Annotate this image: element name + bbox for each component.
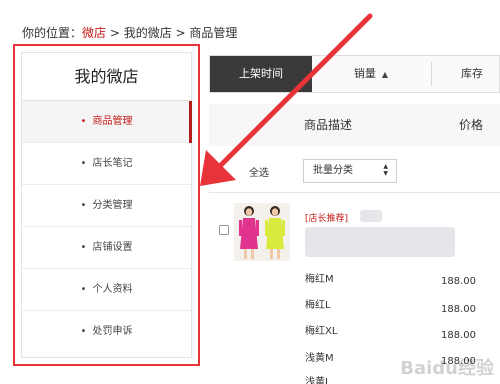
sku-name: 浅黄L [305, 377, 331, 384]
breadcrumb-sep: > [171, 26, 190, 40]
sidebar-item-manager-notes[interactable]: • 店长笔记 [22, 143, 191, 185]
sidebar-item-category-management[interactable]: • 分类管理 [22, 185, 191, 227]
sidebar-item-label: 处罚申诉 [92, 326, 133, 337]
select-all-label[interactable]: 全选 [249, 164, 269, 179]
sidebar-item-shop-settings[interactable]: • 店铺设置 [22, 227, 191, 269]
breadcrumb: 你的位置：微店 > 我的微店 > 商品管理 [22, 24, 237, 41]
tab-sales[interactable]: 销量 ▲ [312, 56, 430, 92]
sidebar-item-product-management[interactable]: • 商品管理 [22, 101, 192, 143]
tab-label: 库存 [461, 67, 483, 80]
sidebar-item-label: 个人资料 [92, 284, 133, 295]
column-price: 价格 [459, 118, 484, 132]
bullet-icon: • [80, 158, 87, 169]
product-photo-icon [234, 203, 290, 261]
product-checkbox[interactable] [219, 225, 229, 235]
sku-price: 188.00 [441, 330, 476, 341]
sidebar-highlight: 我的微店 • 商品管理 • 店长笔记 • 分类管理 • 店铺设置 • 个人资料 • 处罚申诉 [13, 44, 200, 366]
sku-name: 梅红L [305, 300, 331, 311]
batch-action-row: 全选 批量分类 ▲ ▼ [209, 150, 500, 192]
bullet-icon: • [80, 200, 87, 211]
sku-name: 梅红M [305, 274, 334, 285]
sidebar-item-label: 分类管理 [92, 200, 133, 211]
sort-tab-bar: 上架时间 销量 ▲ 库存 [209, 55, 500, 93]
breadcrumb-current: 商品管理 [189, 26, 238, 40]
sidebar-item-label: 店铺设置 [92, 242, 133, 253]
sort-up-icon: ▲ [381, 70, 389, 79]
tab-label: 上架时间 [239, 67, 283, 80]
sidebar-item-label: 商品管理 [92, 116, 133, 127]
sku-price: 188.00 [441, 276, 476, 287]
product-tag: [店长推荐] [305, 214, 349, 224]
breadcrumb-sep: > [106, 26, 124, 40]
bullet-icon: • [80, 284, 87, 295]
breadcrumb-prefix: 你的位置： [22, 26, 83, 40]
sku-name: 浅黄M [305, 353, 334, 364]
page: 你的位置：微店 > 我的微店 > 商品管理 我的微店 • 商品管理 • 店长笔记 •… [0, 0, 500, 384]
breadcrumb-link-my-shop[interactable]: 我的微店 [124, 26, 172, 40]
breadcrumb-link-weidian[interactable]: 微店 [82, 26, 106, 40]
sku-price: 188.00 [441, 304, 476, 315]
sku-name: 梅红XL [305, 326, 338, 337]
tab-stock[interactable]: 库存 [432, 56, 500, 92]
batch-category-value: 批量分类 [313, 165, 353, 176]
sidebar: 我的微店 • 商品管理 • 店长笔记 • 分类管理 • 店铺设置 • 个人资料 • 处罚申诉 [21, 52, 192, 358]
tab-label: 销量 [353, 67, 376, 80]
product-thumbnail[interactable] [234, 203, 290, 261]
sidebar-title: 我的微店 [22, 53, 191, 101]
sidebar-item-penalty-appeal[interactable]: • 处罚申诉 [22, 311, 191, 353]
column-header: 商品描述 价格 [209, 104, 500, 146]
bullet-icon: • [80, 242, 87, 253]
sidebar-item-label: 店长笔记 [92, 158, 133, 169]
watermark: Baidu经验 [400, 358, 494, 379]
select-arrows-icon: ▲ ▼ [383, 163, 388, 177]
batch-category-select[interactable]: 批量分类 ▲ ▼ [303, 159, 397, 183]
tab-listing-time[interactable]: 上架时间 [210, 56, 312, 92]
sidebar-item-profile[interactable]: • 个人资料 [22, 269, 191, 311]
blurred-description [305, 227, 455, 257]
bullet-icon: • [80, 116, 87, 127]
row-divider [209, 192, 500, 193]
column-description: 商品描述 [304, 118, 353, 132]
blurred-title [360, 210, 382, 222]
bullet-icon: • [80, 326, 87, 337]
